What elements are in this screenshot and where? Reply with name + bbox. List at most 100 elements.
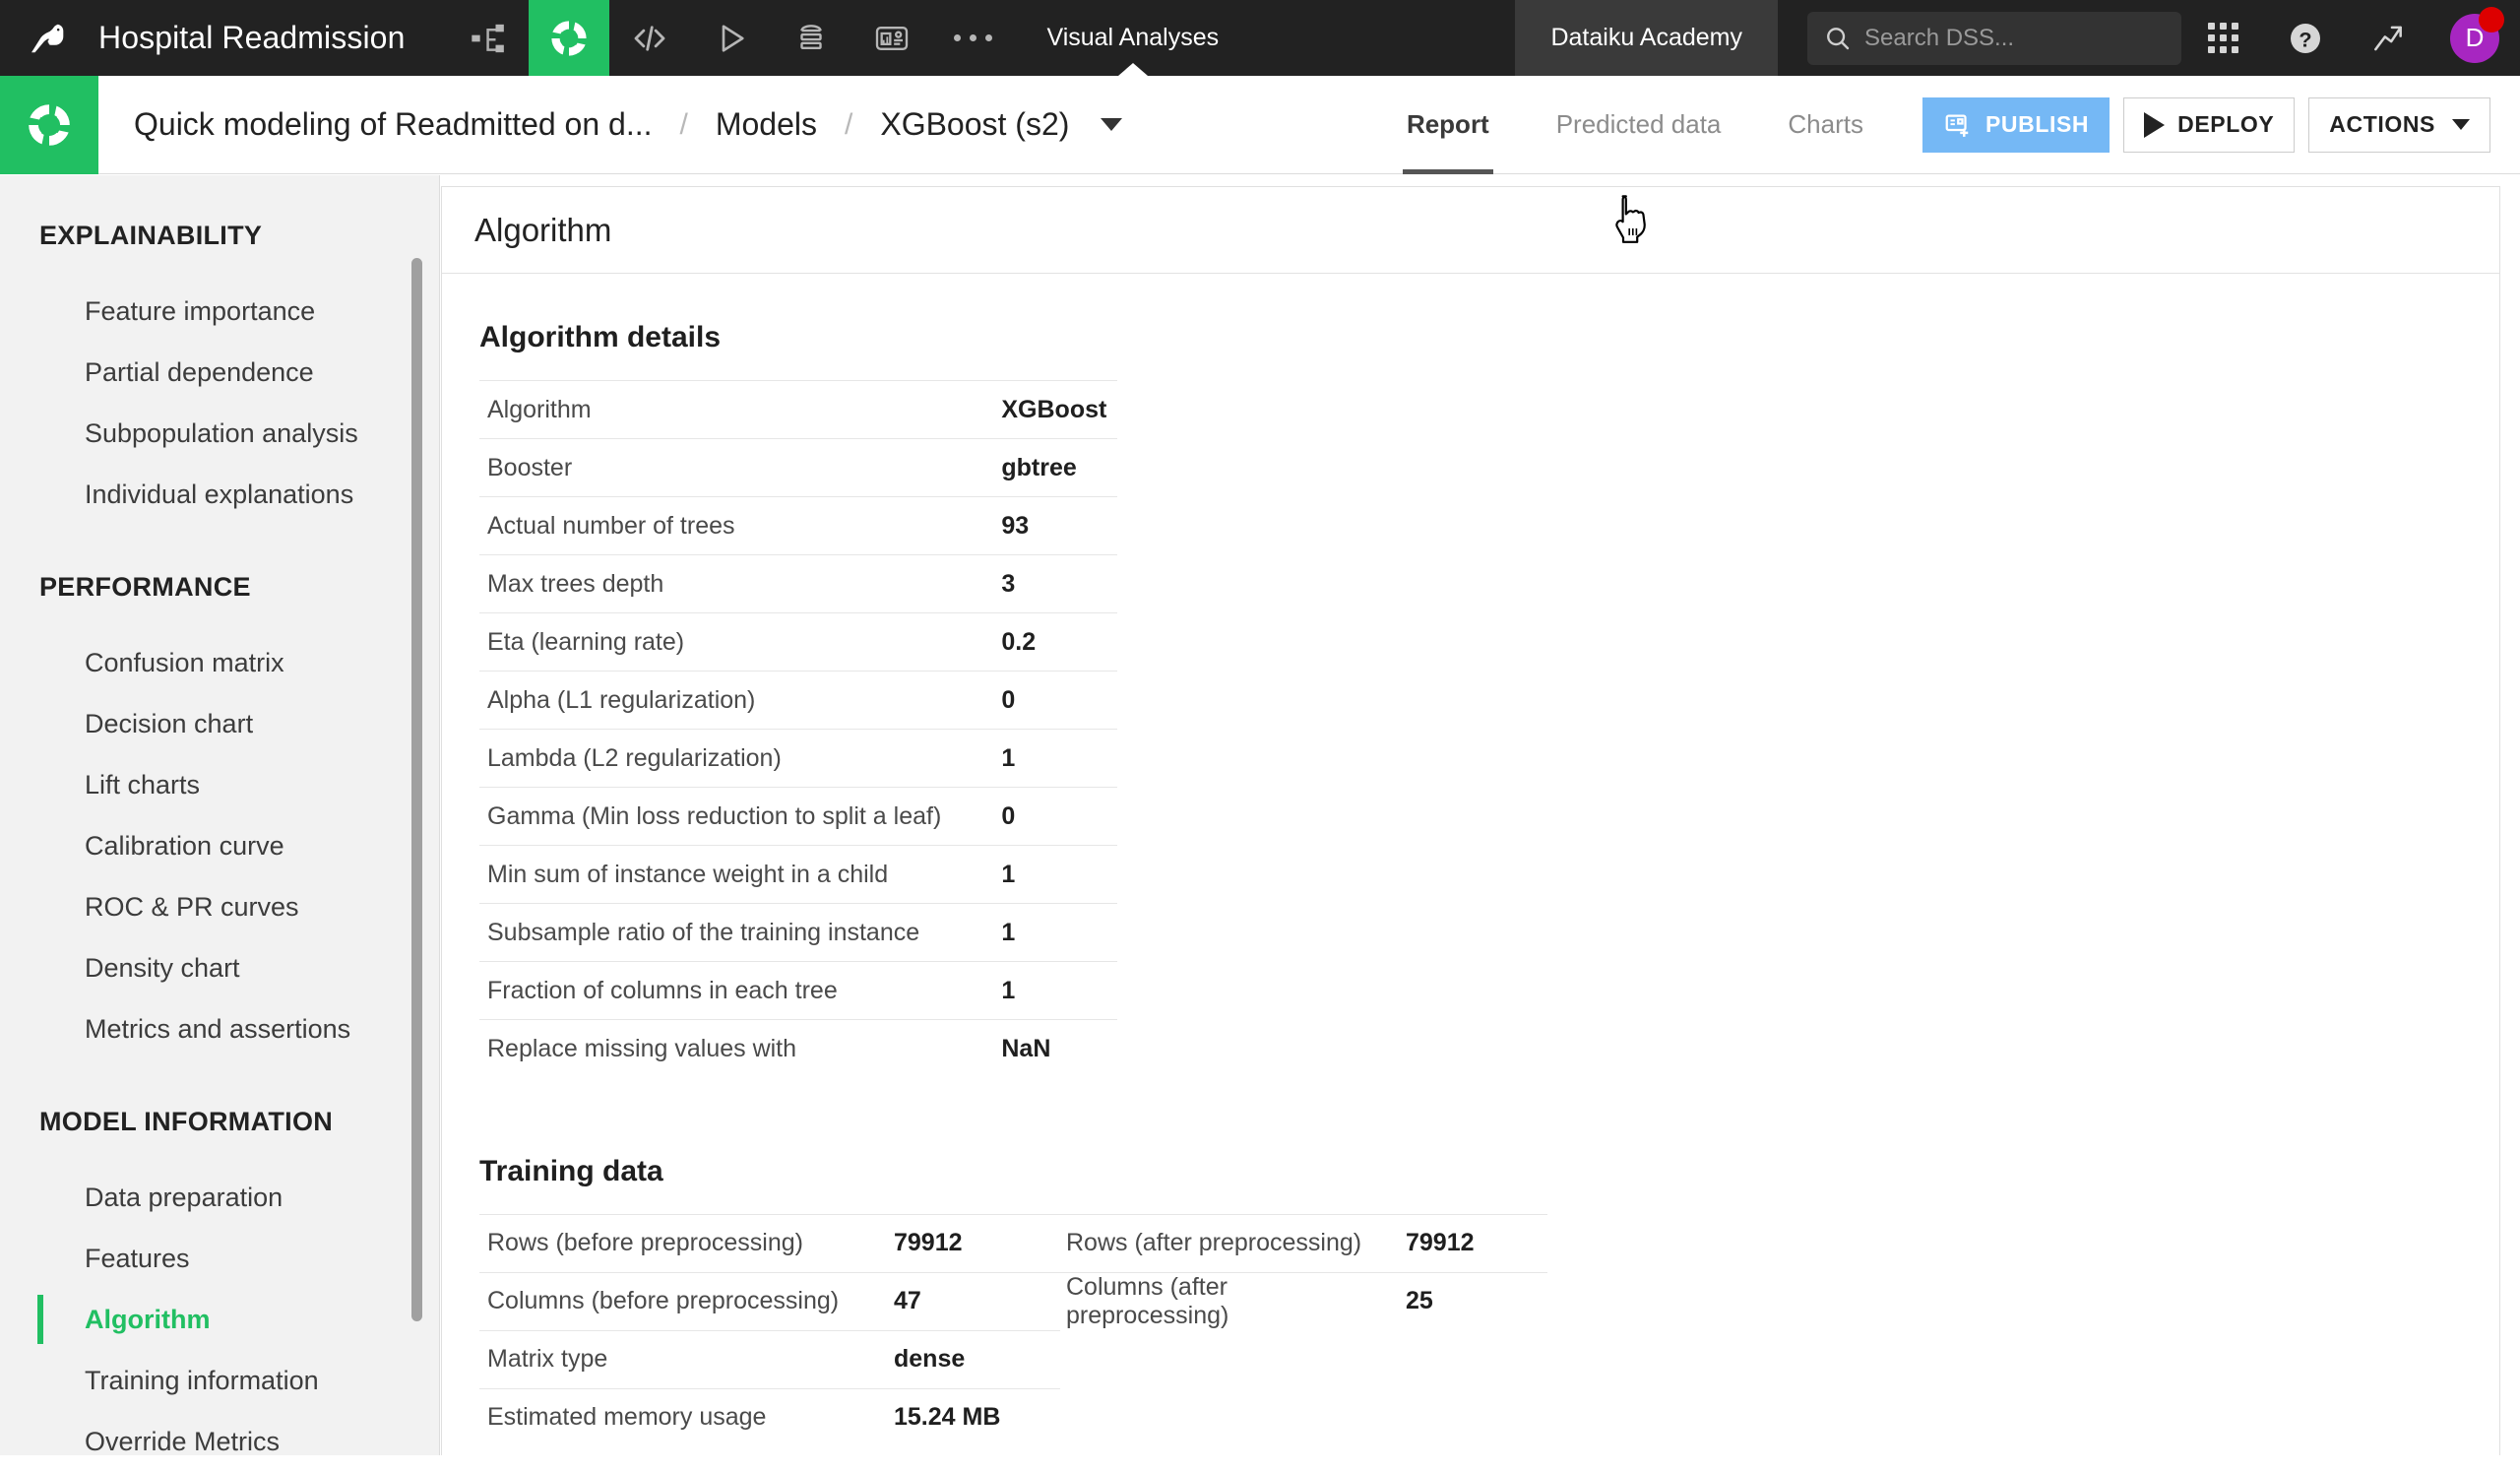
row-value: 1 <box>987 962 1117 1020</box>
table-row: Booster gbtree <box>479 439 1117 497</box>
row-value: 1 <box>987 730 1117 788</box>
row-value: 3 <box>987 555 1117 613</box>
table-row: Matrix type dense <box>479 1330 1547 1388</box>
chevron-down-icon <box>2452 119 2470 130</box>
tab-visual-analyses-label: Visual Analyses <box>1046 24 1219 52</box>
sidebar-item-label: Individual explanations <box>85 480 353 510</box>
sidebar-item-confusion-matrix[interactable]: Confusion matrix <box>0 632 439 693</box>
row-key-right-empty <box>1060 1330 1400 1388</box>
row-key: Booster <box>479 439 987 497</box>
row-value: 0.2 <box>987 613 1117 672</box>
project-title[interactable]: Hospital Readmission <box>98 20 405 56</box>
play-triangle-icon <box>2144 112 2165 138</box>
dataiku-bird-logo-icon[interactable] <box>0 0 98 76</box>
tab-charts-label: Charts <box>1788 109 1863 140</box>
dashboards-icon[interactable] <box>851 0 932 76</box>
sidebar-scrollbar[interactable] <box>411 258 422 1321</box>
sidebar-item-label: Training information <box>85 1366 319 1396</box>
breadcrumb-analysis[interactable]: Quick modeling of Readmitted on d... <box>128 106 659 143</box>
user-avatar[interactable]: D <box>2429 0 2520 76</box>
row-key: Algorithm <box>479 381 987 439</box>
code-icon[interactable] <box>609 0 690 76</box>
sidebar-item-roc-pr-curves[interactable]: ROC & PR curves <box>0 876 439 937</box>
row-key-right: Rows (after preprocessing) <box>1060 1214 1400 1272</box>
table-row: Replace missing values with NaN <box>479 1020 1117 1078</box>
row-value-left: dense <box>888 1330 1060 1388</box>
breadcrumb-chevron-down-icon[interactable] <box>1101 118 1122 131</box>
table-row: Actual number of trees 93 <box>479 497 1117 555</box>
sidebar-item-subpopulation-analysis[interactable]: Subpopulation analysis <box>0 403 439 464</box>
sidebar-item-label: Subpopulation analysis <box>85 418 358 449</box>
deploy-button[interactable]: DEPLOY <box>2123 97 2295 153</box>
sidebar-item-partial-dependence[interactable]: Partial dependence <box>0 342 439 403</box>
table-row: Rows (before preprocessing) 79912 Rows (… <box>479 1214 1547 1272</box>
sidebar-item-density-chart[interactable]: Density chart <box>0 937 439 998</box>
tab-charts[interactable]: Charts <box>1754 76 1897 174</box>
tab-report[interactable]: Report <box>1373 76 1523 174</box>
apps-grid-icon[interactable] <box>2181 0 2264 76</box>
sidebar-item-metrics-and-assertions[interactable]: Metrics and assertions <box>0 998 439 1059</box>
jobs-stack-icon[interactable] <box>771 0 851 76</box>
row-key-left: Estimated memory usage <box>479 1388 888 1446</box>
breadcrumb-models[interactable]: Models <box>710 106 823 143</box>
breadcrumb-model[interactable]: XGBoost (s2) <box>874 106 1075 143</box>
row-value: 0 <box>987 672 1117 730</box>
table-row: Min sum of instance weight in a child 1 <box>479 846 1117 904</box>
sidebar-item-label: Metrics and assertions <box>85 1014 350 1045</box>
row-value-left: 15.24 MB <box>888 1388 1060 1446</box>
notification-badge[interactable] <box>2479 7 2504 32</box>
sidebar-item-label: Confusion matrix <box>85 648 284 678</box>
table-row: Fraction of columns in each tree 1 <box>479 962 1117 1020</box>
sidebar-item-calibration-curve[interactable]: Calibration curve <box>0 815 439 876</box>
sidebar-item-override-metrics[interactable]: Override Metrics <box>0 1411 439 1472</box>
row-key: Actual number of trees <box>479 497 987 555</box>
sidebar-item-label: Partial dependence <box>85 357 314 388</box>
publish-dashboard-icon <box>1943 110 1973 140</box>
tab-predicted-data[interactable]: Predicted data <box>1523 76 1755 174</box>
publish-button[interactable]: PUBLISH <box>1922 97 2110 153</box>
flow-share-icon[interactable] <box>448 0 529 76</box>
help-question-icon[interactable]: ? <box>2264 0 2347 76</box>
panel-header: Algorithm <box>442 187 2499 274</box>
table-row: Gamma (Min loss reduction to split a lea… <box>479 788 1117 846</box>
sidebar-item-algorithm[interactable]: Algorithm <box>0 1289 439 1350</box>
sidebar-item-label: Density chart <box>85 953 240 984</box>
sidebar-item-feature-importance[interactable]: Feature importance <box>0 281 439 342</box>
table-row: Algorithm XGBoost <box>479 381 1117 439</box>
row-value: XGBoost <box>987 381 1117 439</box>
lab-donut-icon[interactable] <box>529 0 609 76</box>
search-input[interactable]: Search DSS... <box>1807 12 2181 65</box>
tab-visual-analyses[interactable]: Visual Analyses <box>1013 0 1252 76</box>
row-value: 0 <box>987 788 1117 846</box>
sidebar-item-label: Decision chart <box>85 709 253 739</box>
sidebar-item-individual-explanations[interactable]: Individual explanations <box>0 464 439 525</box>
row-key-left: Columns (before preprocessing) <box>479 1272 888 1330</box>
sidebar-item-decision-chart[interactable]: Decision chart <box>0 693 439 754</box>
dataiku-academy-link[interactable]: Dataiku Academy <box>1515 0 1778 76</box>
scenarios-play-icon[interactable] <box>690 0 771 76</box>
panel-body: Algorithm details Algorithm XGBoost Boos… <box>442 274 2499 1446</box>
page-title: Algorithm <box>474 212 611 249</box>
actions-button[interactable]: ACTIONS <box>2308 97 2490 153</box>
sidebar-item-training-information[interactable]: Training information <box>0 1350 439 1411</box>
sidebar-item-label: Calibration curve <box>85 831 284 862</box>
analysis-donut-icon[interactable] <box>0 76 98 174</box>
search-icon <box>1823 24 1853 53</box>
training-data-section: Training data Rows (before preprocessing… <box>442 1155 2499 1447</box>
row-value: gbtree <box>987 439 1117 497</box>
table-row: Subsample ratio of the training instance… <box>479 904 1117 962</box>
sidebar-item-data-preparation[interactable]: Data preparation <box>0 1167 439 1228</box>
table-row: Eta (learning rate) 0.2 <box>479 613 1117 672</box>
row-value-left: 47 <box>888 1272 1060 1330</box>
sidebar-item-lift-charts[interactable]: Lift charts <box>0 754 439 815</box>
table-row: Alpha (L1 regularization) 0 <box>479 672 1117 730</box>
training-data-title: Training data <box>442 1155 2499 1188</box>
trending-up-icon[interactable] <box>2347 0 2429 76</box>
row-value-right-empty <box>1400 1330 1547 1388</box>
row-key: Fraction of columns in each tree <box>479 962 987 1020</box>
sidebar-item-features[interactable]: Features <box>0 1228 439 1289</box>
table-row: Lambda (L2 regularization) 1 <box>479 730 1117 788</box>
row-value: 1 <box>987 846 1117 904</box>
row-value-left: 79912 <box>888 1214 1060 1272</box>
more-menu-icon[interactable] <box>932 0 1013 76</box>
